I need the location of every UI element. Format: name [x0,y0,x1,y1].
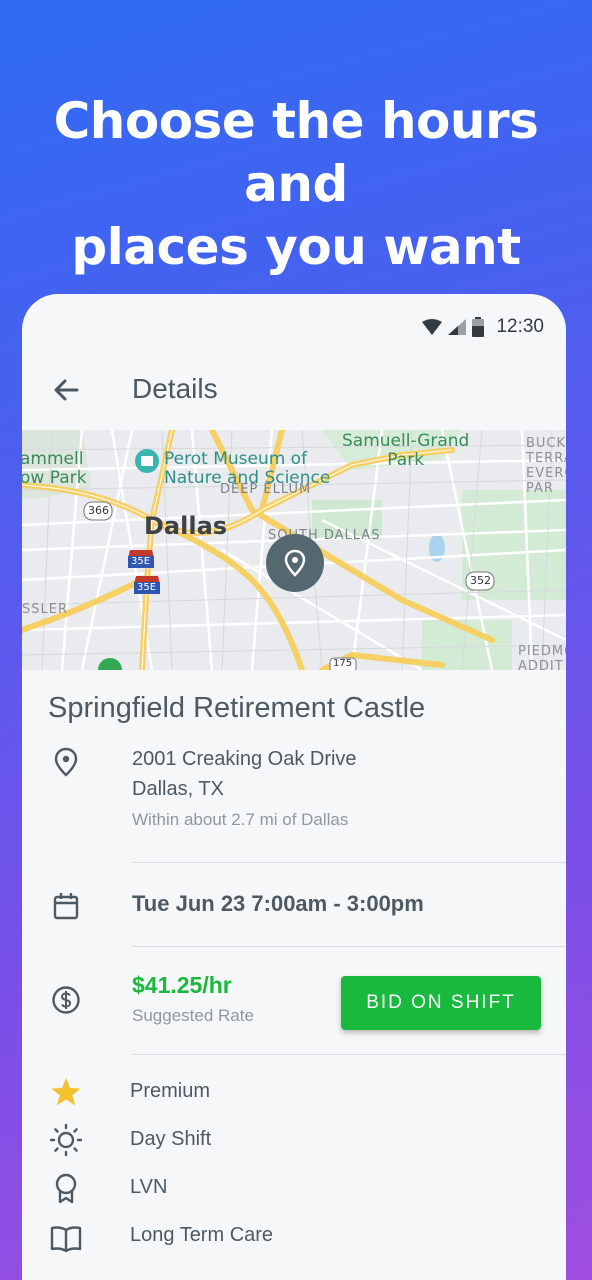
address-line-1: 2001 Creaking Oak Drive [132,748,357,770]
map-label-deep-ellum: DEEP ELLUM [220,482,312,497]
badge-icon [55,1173,77,1204]
divider [132,946,566,947]
tag-label: Day Shift [130,1128,212,1150]
map-shield-35e-bottom: 35E [137,582,157,593]
battery-icon [472,317,485,337]
map-label-city: Dallas [144,512,228,540]
location-pin-icon [284,549,306,577]
signal-icon [448,319,467,335]
address-line-2: Dallas, TX [132,778,224,800]
map-shield-175: 175 [333,658,353,669]
map-label-park-left: ammell ow Park [22,449,87,488]
map-label-edge-top-right: BUCKTERRA EVERGPAR [526,436,566,496]
tag-label: Premium [130,1080,211,1102]
star-icon [51,1078,81,1106]
distance-text: Within about 2.7 mi of Dallas [132,810,349,829]
calendar-icon [53,893,79,920]
page-title: Details [132,373,218,404]
book-icon [50,1226,82,1253]
wifi-icon [422,319,443,335]
headline-line-1: Choose the hours and [53,92,539,213]
map-label-edge-left: SSLER [22,602,68,617]
rate-label: Suggested Rate [132,1006,254,1025]
promo-headline: Choose the hours and places you want [0,90,592,279]
arrow-back-icon[interactable] [50,374,82,406]
location-pin-button[interactable] [266,534,324,592]
map-label-park-top: Samuell-Grand Park [342,431,470,470]
facility-name: Springfield Retirement Castle [48,692,426,724]
tag-label: LVN [130,1176,168,1198]
map-shield-352: 352 [470,574,491,587]
divider [132,1054,566,1055]
sun-icon [50,1124,82,1156]
location-pin-icon [54,747,78,777]
map-shield-366: 366 [88,504,109,517]
app-bar: Details [22,358,566,430]
map-label-edge-bottom-right: PIEDMOADDIT [518,644,566,670]
phone-screen: 12:30 Details ammell ow Park Perot Museu… [22,294,566,1280]
status-time: 12:30 [496,316,544,337]
status-bar: 12:30 [22,294,566,358]
shift-datetime: Tue Jun 23 7:00am - 3:00pm [132,891,424,916]
dollar-icon [52,986,80,1014]
map-shield-35e-top: 35E [131,556,151,567]
bid-on-shift-button[interactable]: BID ON SHIFT [341,976,541,1030]
divider [132,862,566,863]
rate-value: $41.25/hr [132,972,232,998]
headline-line-2: places you want [71,218,521,276]
tag-label: Long Term Care [130,1224,274,1246]
